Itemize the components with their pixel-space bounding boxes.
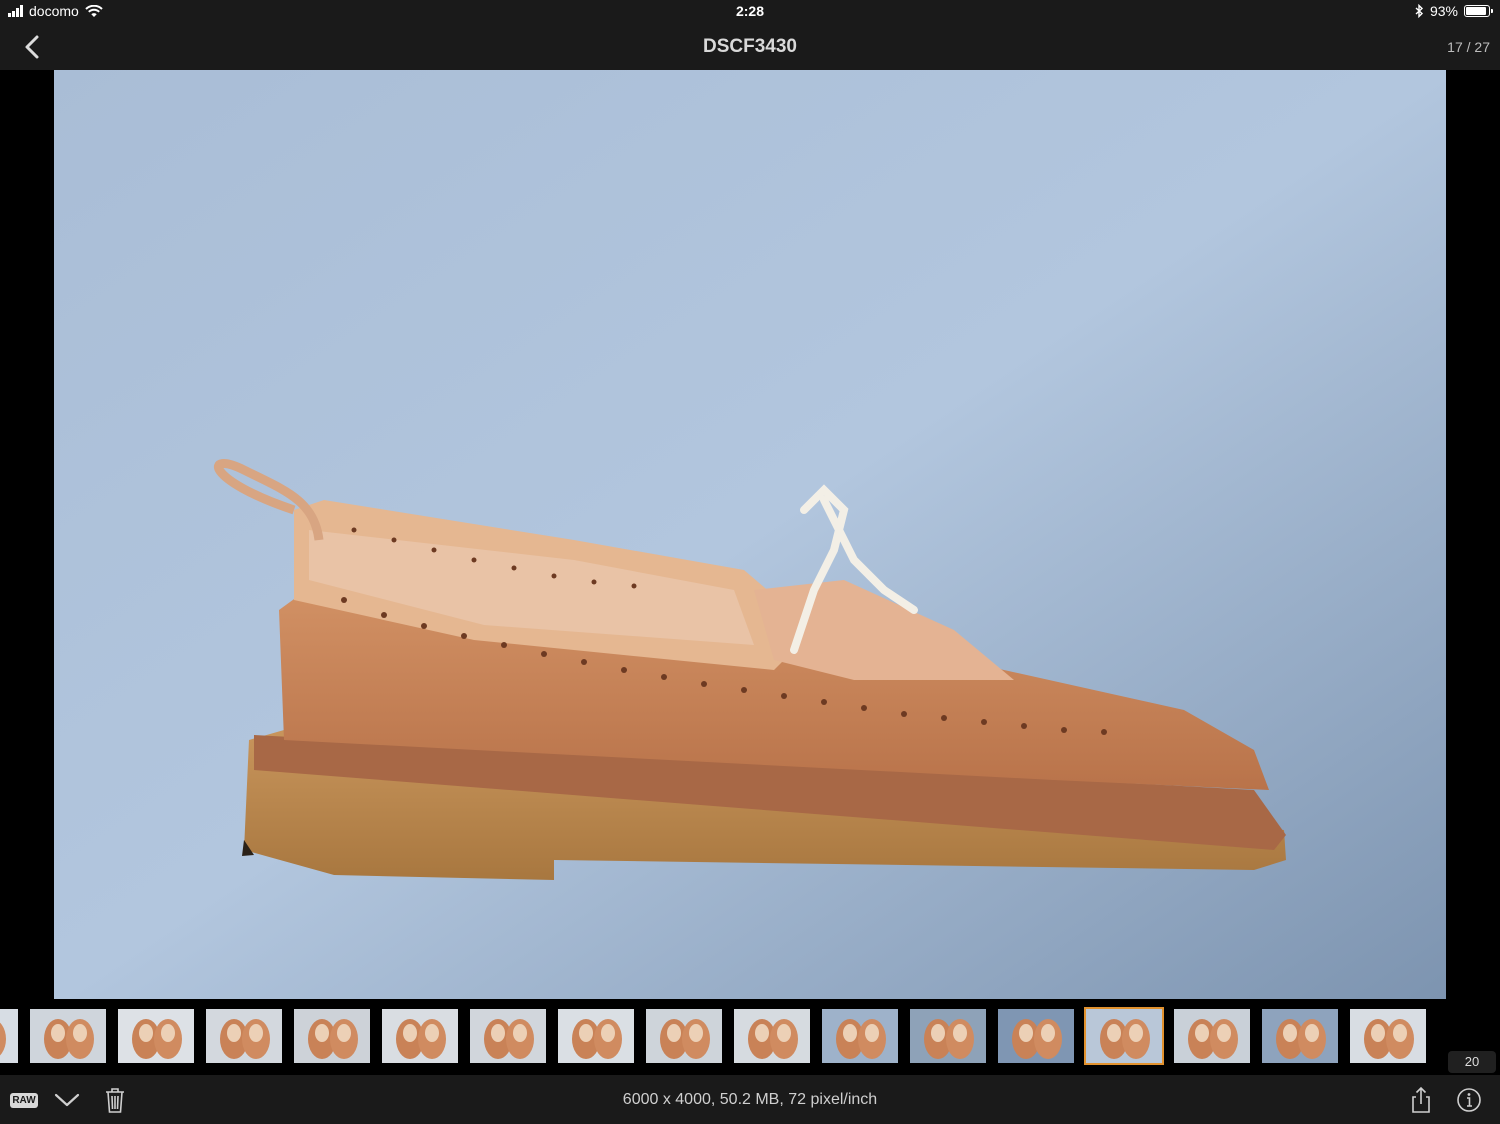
thumbnail[interactable]: [646, 1009, 722, 1063]
status-time: 2:28: [735, 3, 765, 19]
info-icon: [1457, 1088, 1481, 1112]
thumbnail[interactable]: [1262, 1009, 1338, 1063]
thumbnail[interactable]: [558, 1009, 634, 1063]
photo-title: DSCF3430: [703, 36, 797, 57]
photo-counter: 17 / 27: [1447, 39, 1490, 55]
thumbnail[interactable]: [1174, 1009, 1250, 1063]
thumbnail[interactable]: [30, 1009, 106, 1063]
thumbnail[interactable]: [382, 1009, 458, 1063]
thumbnail[interactable]: [1350, 1009, 1426, 1063]
battery-icon: [1464, 5, 1493, 17]
share-button[interactable]: [1406, 1085, 1436, 1115]
thumbnail[interactable]: [734, 1009, 810, 1063]
thumbnail[interactable]: [470, 1009, 546, 1063]
thumbnail[interactable]: [206, 1009, 282, 1063]
photo-viewer[interactable]: ☆☆☆☆☆: [0, 70, 1500, 1060]
share-icon: [1412, 1086, 1430, 1113]
thumbnail[interactable]: [294, 1009, 370, 1063]
battery-percent: 93%: [1429, 3, 1458, 19]
bottom-toolbar: RAW 6000 x 4000, 50.2 MB, 72 pixel/inch: [0, 1075, 1500, 1124]
thumbnail-badge: 20: [1448, 1051, 1496, 1073]
shoe-photo[interactable]: [54, 70, 1446, 999]
thumbnail[interactable]: [118, 1009, 194, 1063]
thumbnail[interactable]: [822, 1009, 898, 1063]
bluetooth-icon: [1415, 4, 1423, 18]
thumbnail[interactable]: [910, 1009, 986, 1063]
nav-bar: DSCF3430 17 / 27: [0, 24, 1500, 70]
thumbnail[interactable]: [998, 1009, 1074, 1063]
info-button[interactable]: [1454, 1085, 1484, 1115]
image-info: 6000 x 4000, 50.2 MB, 72 pixel/inch: [622, 1091, 878, 1108]
thumbnail[interactable]: [0, 1009, 18, 1063]
thumbnail[interactable]: [1084, 1007, 1164, 1065]
status-bar: docomo 2:28 93%: [0, 0, 1500, 24]
thumbnail-strip[interactable]: 20: [0, 999, 1500, 1075]
